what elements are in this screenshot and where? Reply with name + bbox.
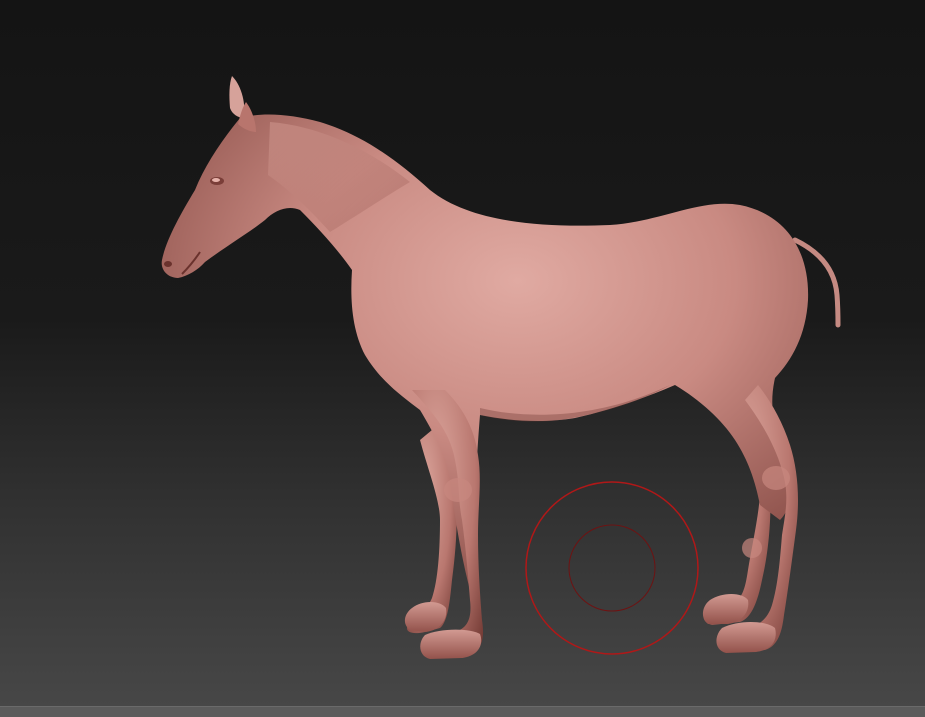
near-hind-hoof	[716, 622, 776, 653]
brush-cursor	[525, 481, 699, 655]
hind-hock	[762, 466, 790, 490]
sculpt-scene	[161, 76, 841, 659]
eye-highlight	[212, 178, 220, 182]
fetlock	[742, 538, 762, 558]
horse-model[interactable]	[161, 76, 841, 659]
horse-body	[161, 114, 809, 590]
brush-inner-radius	[568, 524, 656, 612]
near-front-hoof	[420, 629, 482, 659]
viewport-canvas[interactable]	[0, 0, 925, 706]
front-knee	[444, 478, 472, 502]
status-bar	[0, 706, 925, 717]
brush-outer-radius	[525, 481, 699, 655]
nostril	[164, 261, 172, 267]
